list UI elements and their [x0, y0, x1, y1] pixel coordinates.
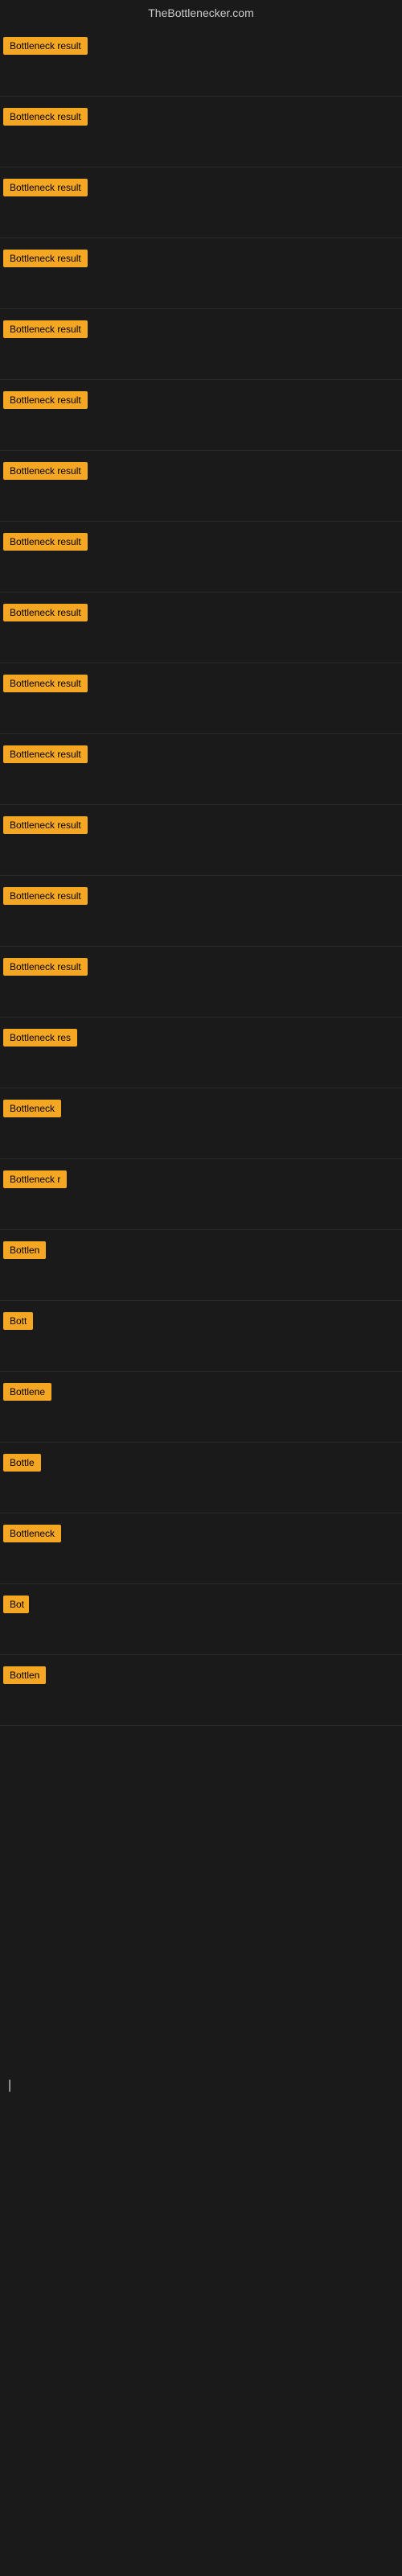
- bottleneck-row: Bottleneck result: [0, 876, 402, 947]
- bottleneck-result-badge[interactable]: Bottleneck: [3, 1525, 61, 1542]
- bottleneck-result-badge[interactable]: Bottleneck result: [3, 320, 88, 338]
- bottleneck-result-badge[interactable]: Bottleneck result: [3, 675, 88, 692]
- bottleneck-row: Bottlene: [0, 1372, 402, 1443]
- bottleneck-result-badge[interactable]: Bottle: [3, 1454, 41, 1472]
- bottleneck-result-badge[interactable]: Bottleneck: [3, 1100, 61, 1117]
- bottleneck-result-badge[interactable]: Bottleneck res: [3, 1029, 77, 1046]
- bottleneck-result-badge[interactable]: Bottleneck result: [3, 250, 88, 267]
- bottleneck-row: Bottleneck result: [0, 592, 402, 663]
- site-title: TheBottlenecker.com: [0, 0, 402, 26]
- bottleneck-row: Bottleneck result: [0, 238, 402, 309]
- bottleneck-result-badge[interactable]: Bottleneck result: [3, 179, 88, 196]
- bottleneck-result-badge[interactable]: Bottlene: [3, 1383, 51, 1401]
- bottleneck-row: Bottleneck result: [0, 522, 402, 592]
- bottleneck-row: Bottleneck r: [0, 1159, 402, 1230]
- bottleneck-result-badge[interactable]: Bottleneck result: [3, 816, 88, 834]
- bottleneck-row: Bottleneck result: [0, 947, 402, 1018]
- bottleneck-result-badge[interactable]: Bott: [3, 1312, 33, 1330]
- bottleneck-result-badge[interactable]: Bottleneck result: [3, 37, 88, 55]
- bottleneck-result-badge[interactable]: Bottleneck r: [3, 1170, 67, 1188]
- bottleneck-result-badge[interactable]: Bot: [3, 1596, 29, 1613]
- bottleneck-result-badge[interactable]: Bottleneck result: [3, 887, 88, 905]
- bottleneck-row: Bottleneck result: [0, 97, 402, 167]
- bottleneck-row: Bottleneck result: [0, 451, 402, 522]
- bottleneck-row: Bottleneck: [0, 1088, 402, 1159]
- bottleneck-row: Bottleneck: [0, 1513, 402, 1584]
- bottleneck-row: Bottleneck result: [0, 26, 402, 97]
- bottleneck-row: Bottleneck result: [0, 734, 402, 805]
- bottleneck-row: Bottleneck result: [0, 380, 402, 451]
- bottleneck-result-badge[interactable]: Bottleneck result: [3, 745, 88, 763]
- bottleneck-result-badge[interactable]: Bottlen: [3, 1666, 46, 1684]
- bottleneck-result-badge[interactable]: Bottleneck result: [3, 533, 88, 551]
- bottleneck-row: Bott: [0, 1301, 402, 1372]
- bottleneck-row: Bottleneck result: [0, 309, 402, 380]
- bottleneck-result-badge[interactable]: Bottlen: [3, 1241, 46, 1259]
- bottleneck-row: Bottlen: [0, 1230, 402, 1301]
- cursor: |: [8, 2079, 11, 2093]
- bottleneck-row: Bottle: [0, 1443, 402, 1513]
- bottleneck-row: Bottleneck res: [0, 1018, 402, 1088]
- bottleneck-result-badge[interactable]: Bottleneck result: [3, 108, 88, 126]
- bottleneck-row: Bottlen: [0, 1655, 402, 1726]
- bottleneck-result-badge[interactable]: Bottleneck result: [3, 391, 88, 409]
- bottleneck-row: Bottleneck result: [0, 663, 402, 734]
- bottleneck-row: Bottleneck result: [0, 167, 402, 238]
- bottleneck-result-badge[interactable]: Bottleneck result: [3, 462, 88, 480]
- bottleneck-row: Bottleneck result: [0, 805, 402, 876]
- bottleneck-row: Bot: [0, 1584, 402, 1655]
- bottleneck-result-badge[interactable]: Bottleneck result: [3, 958, 88, 976]
- bottleneck-result-badge[interactable]: Bottleneck result: [3, 604, 88, 621]
